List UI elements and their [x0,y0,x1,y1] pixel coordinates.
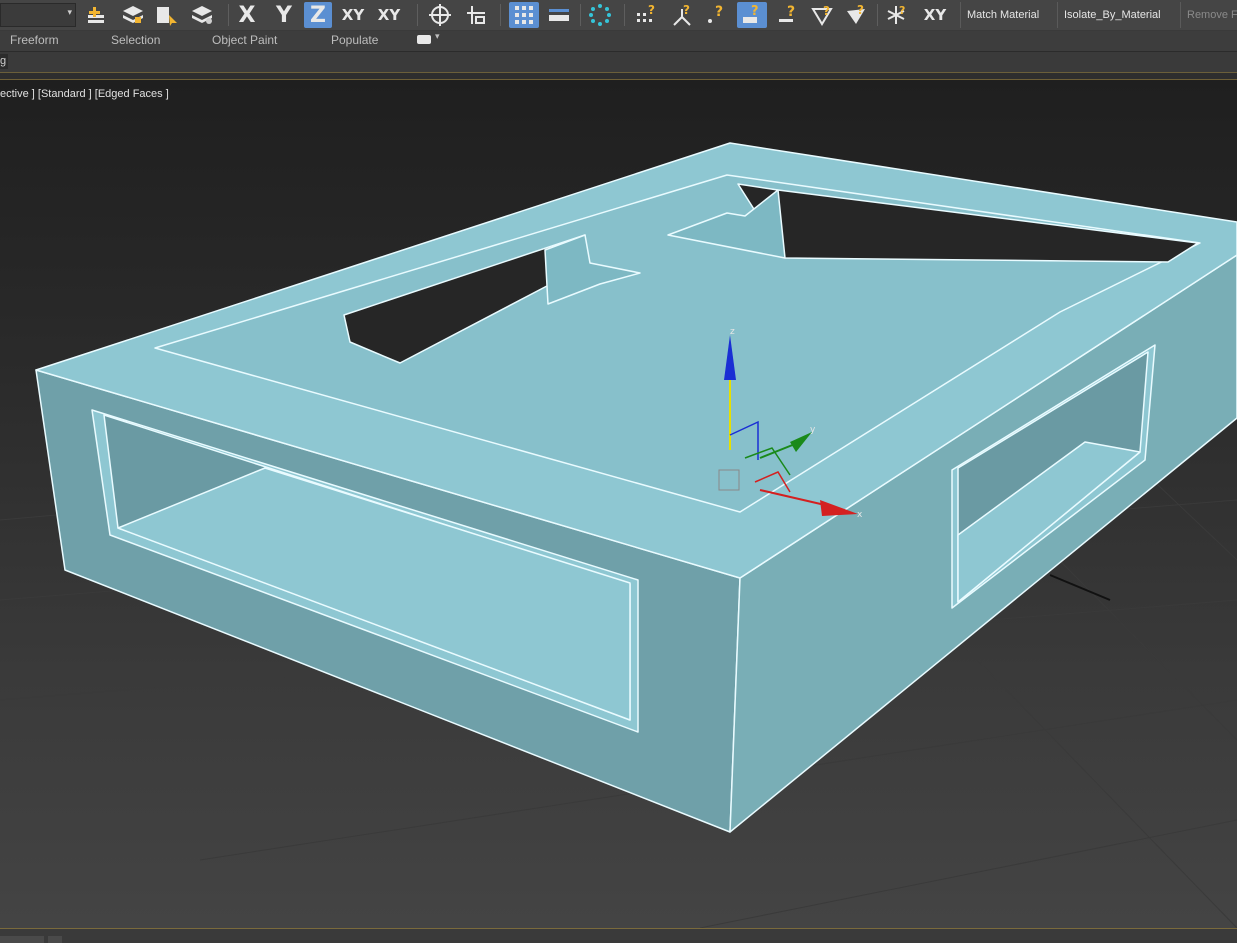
constrain-xy-question-button[interactable]: XY [918,2,952,28]
array-snap-icon[interactable]: ? [632,2,660,28]
constrain-y-button[interactable]: Y [272,2,296,28]
main-toolbar: ▾ X Y Z XY XY ? ? ? ? ? ? ? ? XY Match M… [0,0,1237,31]
viewport-label[interactable]: ective ] [Standard ] [Edged Faces ] [0,88,169,100]
ribbon-menu-icon[interactable] [417,35,431,44]
constrain-x-button[interactable]: X [235,2,259,28]
constrain-xy-button[interactable]: XY [338,2,368,28]
svg-text:?: ? [715,4,723,20]
toolbar-separator [877,4,878,26]
create-layer-icon[interactable] [84,2,110,28]
tab-populate[interactable]: Populate [331,33,378,47]
selection-set-dropdown[interactable]: ▾ [0,3,76,27]
snowflake-freeze-icon[interactable]: ? [884,2,912,28]
tab-object-paint[interactable]: Object Paint [212,33,277,47]
align-icon[interactable] [462,2,490,28]
ruler-snap-icon[interactable] [545,2,573,28]
toolbar-separator [580,4,581,26]
svg-text:?: ? [787,4,795,20]
toolbar-separator [500,4,501,26]
point-snap-icon[interactable]: ? [702,2,730,28]
ribbon-field[interactable]: g [0,54,8,69]
svg-text:?: ? [751,4,759,19]
select-layer-icon[interactable] [153,2,179,28]
isolate-by-material-button[interactable]: Isolate_By_Material [1057,2,1167,28]
layer-properties-icon[interactable] [189,2,215,28]
chevron-down-icon[interactable]: ▾ [435,32,440,42]
ribbon-tabs: Freeform Selection Object Paint Populate… [0,31,1237,51]
constrain-z-button[interactable]: Z [304,2,332,28]
vertex-snap-icon[interactable]: ? [808,2,836,28]
tab-freeform[interactable]: Freeform [10,33,59,47]
ribbon-panel-bar: g [0,52,1237,73]
gizmo-z-label: z [730,327,735,337]
chevron-down-icon: ▾ [67,8,72,18]
tab-selection[interactable]: Selection [111,33,160,47]
axis-tripod-icon[interactable]: ? [668,2,696,28]
constrain-xy-cycle-button[interactable]: XY [372,2,406,28]
toolbar-separator [624,4,625,26]
match-material-button[interactable]: Match Material [960,2,1045,28]
perspective-viewport[interactable]: z y x ective ] [Standard ] [Edged Faces … [0,80,1237,928]
toolbar-separator [417,4,418,26]
face-snap-icon[interactable]: ? [774,2,802,28]
gizmo-x-label: x [857,510,863,520]
world-axis-line [1049,574,1111,601]
grid-snap-icon[interactable] [509,2,539,28]
svg-text:?: ? [899,4,905,17]
svg-text:?: ? [823,4,830,18]
remove-button[interactable]: Remove F [1180,2,1237,28]
svg-text:?: ? [683,3,690,17]
circle-snap-icon[interactable] [586,2,614,28]
svg-text:?: ? [857,3,864,17]
triangle-fill-snap-icon[interactable]: ? [842,2,870,28]
toolbar-separator [228,4,229,26]
tray-model [35,142,1237,833]
viewport-divider [0,73,1237,80]
crosshair-pivot-icon[interactable] [426,2,454,28]
gizmo-y-label: y [810,425,816,435]
edge-snap-icon[interactable]: ? [737,2,767,28]
bottom-bar [0,928,1237,943]
viewport-scene: z y x [0,142,1237,928]
svg-text:?: ? [648,3,655,17]
layer-manager-icon[interactable] [120,2,146,28]
